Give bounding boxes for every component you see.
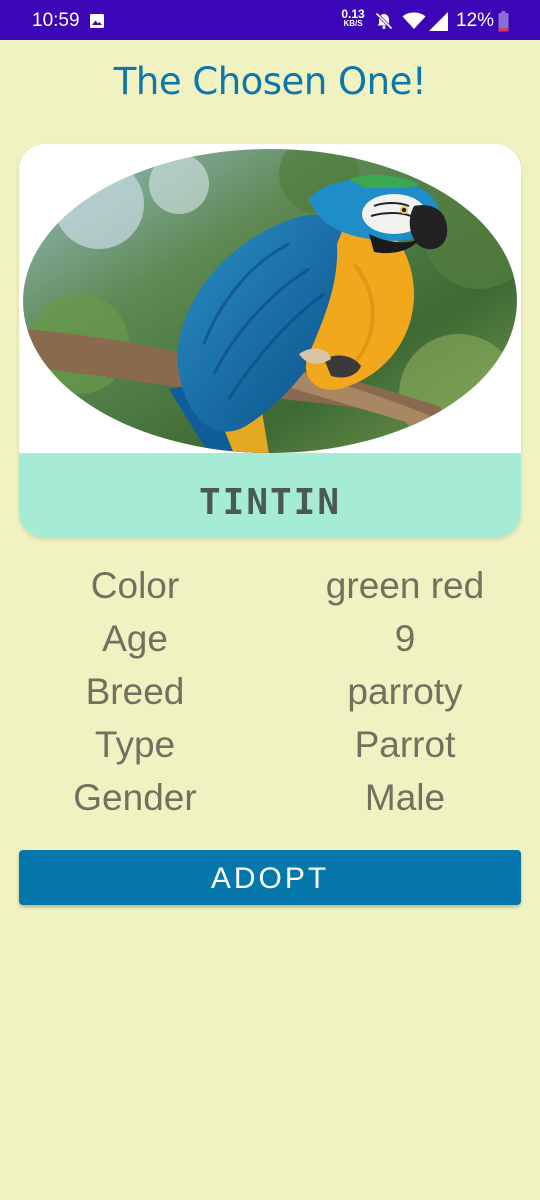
detail-label: Color (90, 565, 180, 606)
pet-name: TINTIN (198, 482, 342, 523)
wifi-icon (402, 12, 426, 29)
pet-details: Color green red Age 9 Breed parroty Type… (0, 560, 540, 825)
detail-label: Gender (73, 777, 197, 818)
status-time: 10:59 (32, 10, 80, 31)
detail-row-color: Color green red (0, 560, 540, 613)
detail-row-age: Age 9 (0, 613, 540, 666)
parrot-photo (19, 144, 521, 454)
network-speed-value: 0.13 (341, 7, 365, 21)
battery-icon (498, 11, 509, 32)
network-speed: 0.13 KB/S (338, 7, 368, 29)
detail-value: green red (325, 565, 485, 606)
detail-value: Male (364, 777, 446, 818)
detail-value: parroty (347, 671, 463, 712)
battery-percent: 12% (456, 10, 495, 31)
mute-icon (375, 12, 393, 30)
signal-icon (429, 12, 448, 31)
detail-row-gender: Gender Male (0, 772, 540, 825)
status-bar: 10:59 0.13 KB/S 12% (0, 0, 540, 40)
page-title: The Chosen One! (113, 60, 427, 103)
detail-value: Parrot (354, 724, 456, 765)
detail-label: Breed (85, 671, 185, 712)
detail-row-type: Type Parrot (0, 719, 540, 772)
image-icon (90, 14, 104, 28)
detail-label: Type (94, 724, 176, 765)
detail-row-breed: Breed parroty (0, 666, 540, 719)
detail-value: 9 (394, 618, 416, 659)
detail-label: Age (102, 618, 168, 659)
adopt-button[interactable]: ADOPT (19, 850, 521, 905)
pet-card: TINTIN (19, 144, 521, 538)
